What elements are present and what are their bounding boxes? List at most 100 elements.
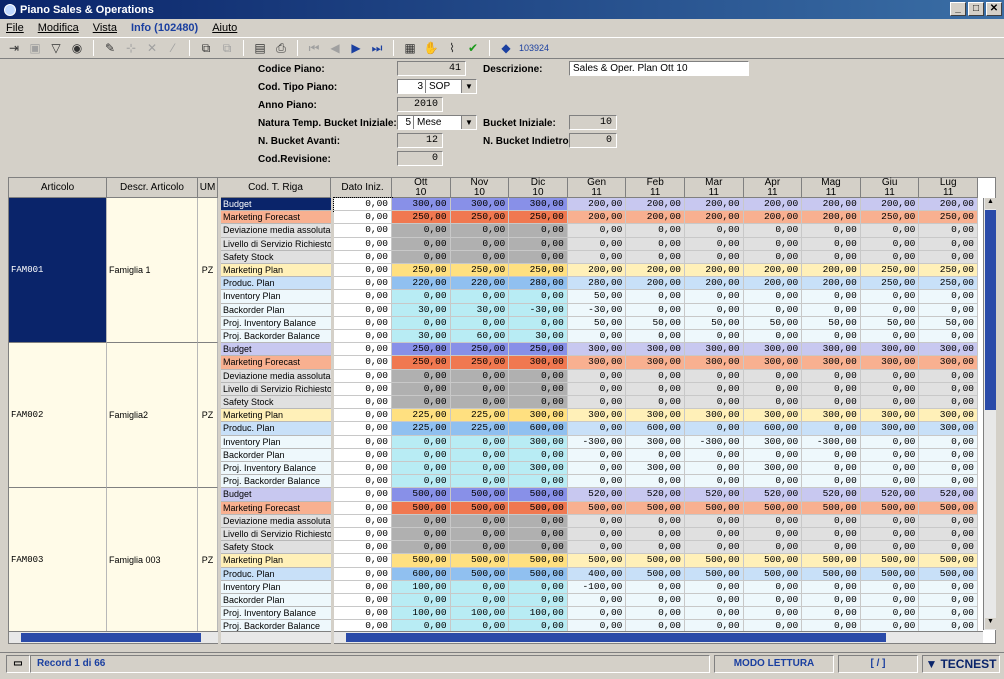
grid-cell[interactable]: 250,00 bbox=[392, 211, 451, 225]
grid-cell[interactable]: 0,00 bbox=[334, 607, 392, 621]
grid-cell[interactable]: 0,00 bbox=[743, 396, 803, 410]
col-header-articolo[interactable]: Articolo bbox=[9, 178, 107, 198]
grid-cell[interactable]: 0,00 bbox=[334, 316, 392, 330]
grid-cell[interactable]: 30,00 bbox=[450, 303, 510, 317]
grid-cell[interactable]: 0,00 bbox=[626, 224, 685, 238]
row-type-label[interactable]: Safety Stock bbox=[221, 541, 331, 555]
grid-cell[interactable]: 0,00 bbox=[919, 396, 978, 410]
grid-cell[interactable]: 0,00 bbox=[626, 237, 685, 251]
grid-cell[interactable]: 300,00 bbox=[743, 435, 803, 449]
grid-cell[interactable]: 0,00 bbox=[860, 580, 920, 594]
grid-cell[interactable]: 300,00 bbox=[919, 409, 978, 423]
row-type-label[interactable]: Marketing Forecast bbox=[221, 211, 331, 225]
bucket-iniziale-field[interactable]: 10 bbox=[569, 115, 617, 130]
grid-cell[interactable]: 225,00 bbox=[450, 422, 510, 436]
grid-cell[interactable]: 0,00 bbox=[919, 330, 978, 344]
grid-cell[interactable]: 300,00 bbox=[802, 343, 861, 357]
scroll-thumb[interactable] bbox=[985, 210, 996, 410]
grid-cell[interactable]: 500,00 bbox=[509, 501, 568, 515]
grid-cell[interactable]: 300,00 bbox=[802, 409, 861, 423]
grid-cell[interactable]: 0,00 bbox=[567, 250, 627, 264]
grid-cell[interactable]: 0,00 bbox=[567, 514, 627, 528]
grid-cell[interactable]: 0,00 bbox=[334, 224, 392, 238]
grid-cell[interactable]: 0,00 bbox=[392, 462, 451, 476]
grid-cell[interactable]: 500,00 bbox=[392, 488, 451, 502]
grid-cell[interactable]: 0,00 bbox=[743, 382, 803, 396]
grid-cell[interactable]: 0,00 bbox=[334, 369, 392, 383]
row-type-label[interactable]: Proj. Inventory Balance bbox=[221, 462, 331, 476]
grid-cell[interactable]: 220,00 bbox=[450, 277, 510, 291]
grid-cell[interactable]: 200,00 bbox=[802, 264, 861, 278]
grid-cell[interactable]: 50,00 bbox=[802, 316, 861, 330]
grid-cell[interactable]: 0,00 bbox=[567, 528, 627, 542]
grid-cell[interactable]: 0,00 bbox=[334, 528, 392, 542]
family-descr-cell[interactable]: Famiglia2 bbox=[107, 343, 198, 489]
grid-cell[interactable]: 300,00 bbox=[919, 422, 978, 436]
grid-cell[interactable]: 0,00 bbox=[450, 594, 510, 608]
grid-cell[interactable]: 500,00 bbox=[743, 554, 803, 568]
grid-cell[interactable]: 0,00 bbox=[743, 594, 803, 608]
grid-cell[interactable]: 0,00 bbox=[743, 330, 803, 344]
grid-cell[interactable]: 500,00 bbox=[626, 501, 685, 515]
grid-cell[interactable]: 0,00 bbox=[509, 290, 568, 304]
grid-cell[interactable]: 0,00 bbox=[626, 514, 685, 528]
grid-cell[interactable]: 400,00 bbox=[567, 567, 627, 581]
row-type-label[interactable]: Budget bbox=[221, 198, 331, 212]
grid-cell[interactable]: 0,00 bbox=[509, 237, 568, 251]
close-button[interactable]: ✕ bbox=[986, 2, 1002, 16]
grid-cell[interactable]: -30,00 bbox=[509, 303, 568, 317]
grid-cell[interactable]: 0,00 bbox=[450, 316, 510, 330]
grid-cell[interactable]: 300,00 bbox=[626, 409, 685, 423]
grid-cell[interactable]: 250,00 bbox=[509, 264, 568, 278]
grid-cell[interactable]: 250,00 bbox=[860, 264, 920, 278]
grid-cell[interactable]: 50,00 bbox=[860, 316, 920, 330]
grid-cell[interactable]: 0,00 bbox=[334, 343, 392, 357]
grid-cell[interactable]: 0,00 bbox=[802, 237, 861, 251]
grid-cell[interactable]: 0,00 bbox=[509, 224, 568, 238]
grid-cell[interactable]: 0,00 bbox=[509, 250, 568, 264]
grid-cell[interactable]: 250,00 bbox=[392, 264, 451, 278]
col-header-period[interactable]: Gen 11 bbox=[567, 177, 627, 198]
grid-cell[interactable]: 0,00 bbox=[743, 541, 803, 555]
grid-cell[interactable]: 0,00 bbox=[919, 250, 978, 264]
grid-cell[interactable]: 0,00 bbox=[567, 541, 627, 555]
row-type-label[interactable]: Marketing Plan bbox=[221, 264, 331, 278]
row-type-label[interactable]: Produc. Plan bbox=[221, 567, 331, 581]
scroll-down-icon[interactable]: ▼ bbox=[985, 618, 996, 629]
grid-cell[interactable]: 300,00 bbox=[743, 462, 803, 476]
revisione-field[interactable]: 0 bbox=[397, 151, 443, 166]
grid-cell[interactable]: 520,00 bbox=[919, 488, 978, 502]
grid-cell[interactable]: 0,00 bbox=[567, 462, 627, 476]
grid-cell[interactable]: 100,00 bbox=[509, 607, 568, 621]
grid-cell[interactable]: 200,00 bbox=[802, 211, 861, 225]
grid-cell[interactable]: 250,00 bbox=[509, 211, 568, 225]
grid-cell[interactable]: 500,00 bbox=[743, 501, 803, 515]
grid-cell[interactable]: 0,00 bbox=[685, 514, 744, 528]
grid-cell[interactable]: 0,00 bbox=[802, 448, 861, 462]
grid-cell[interactable]: 0,00 bbox=[802, 607, 861, 621]
grid-cell[interactable]: 0,00 bbox=[334, 250, 392, 264]
grid-cell[interactable]: 0,00 bbox=[450, 237, 510, 251]
grid-cell[interactable]: 300,00 bbox=[919, 343, 978, 357]
grid-cell[interactable]: 0,00 bbox=[685, 607, 744, 621]
grid-cell[interactable]: 200,00 bbox=[626, 277, 685, 291]
grid-cell[interactable]: 0,00 bbox=[392, 594, 451, 608]
grid-cell[interactable]: 300,00 bbox=[509, 462, 568, 476]
grid-cell[interactable]: 0,00 bbox=[626, 475, 685, 489]
grid-cell[interactable]: 0,00 bbox=[450, 514, 510, 528]
grid-cell[interactable]: 200,00 bbox=[685, 198, 744, 212]
filter-icon[interactable]: ▽ bbox=[48, 40, 64, 56]
menu-modifica[interactable]: Modifica bbox=[38, 22, 79, 34]
row-type-label[interactable]: Budget bbox=[221, 343, 331, 357]
grid-cell[interactable]: 0,00 bbox=[567, 237, 627, 251]
grid-cell[interactable]: 0,00 bbox=[509, 448, 568, 462]
view-icon[interactable]: ▤ bbox=[252, 40, 268, 56]
col-header-period[interactable]: Feb 11 bbox=[626, 177, 685, 198]
grid-cell[interactable]: 0,00 bbox=[450, 435, 510, 449]
grid-cell[interactable]: 200,00 bbox=[626, 264, 685, 278]
grid-cell[interactable]: 0,00 bbox=[802, 580, 861, 594]
menu-info[interactable]: Info (102480) bbox=[131, 22, 198, 34]
grid-cell[interactable]: 500,00 bbox=[509, 567, 568, 581]
grid-cell[interactable]: 0,00 bbox=[860, 224, 920, 238]
first-record-icon[interactable]: ⏮ bbox=[306, 40, 322, 56]
